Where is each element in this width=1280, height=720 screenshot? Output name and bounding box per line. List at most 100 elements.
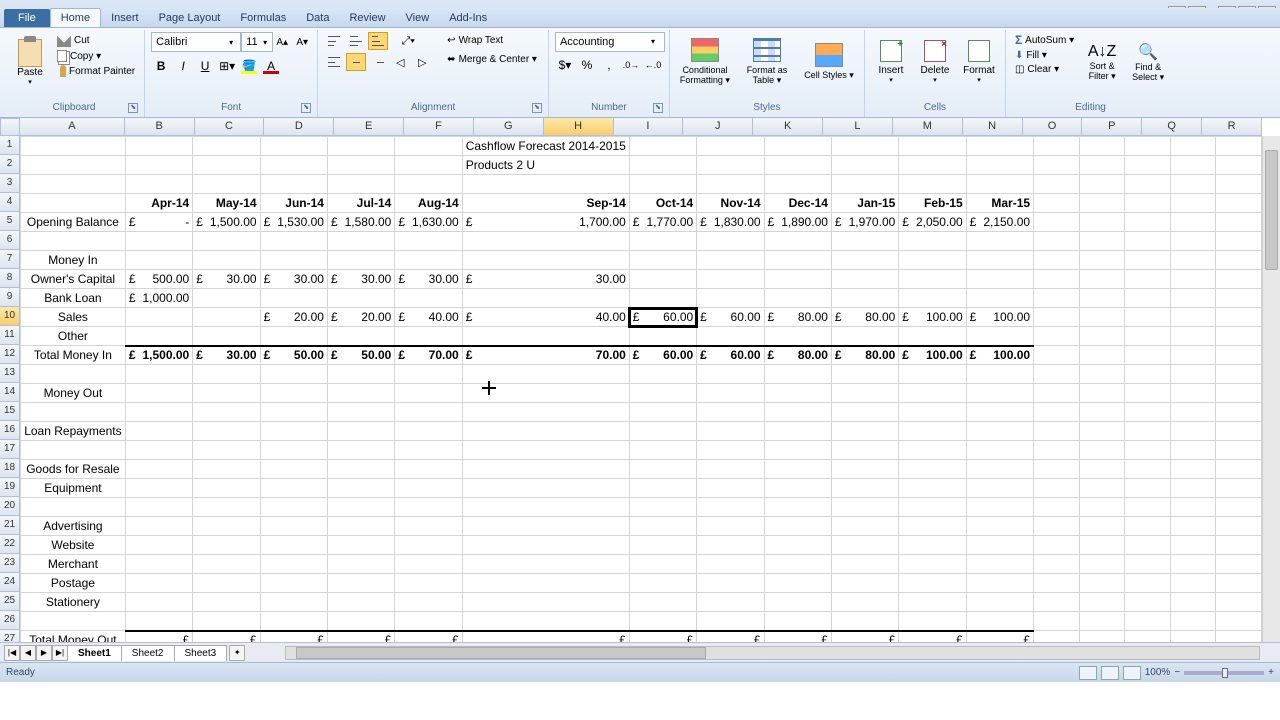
cell-E27[interactable]: £ bbox=[327, 631, 394, 643]
grid[interactable]: Cashflow Forecast 2014-2015Products 2 UA… bbox=[20, 136, 1262, 642]
cell-E6[interactable] bbox=[327, 232, 394, 251]
cell-E22[interactable] bbox=[327, 536, 394, 555]
cell-L11[interactable] bbox=[899, 327, 966, 346]
zoom-in-button[interactable]: + bbox=[1268, 667, 1274, 678]
cell-P12[interactable] bbox=[1125, 346, 1171, 365]
cell-F17[interactable] bbox=[395, 441, 462, 460]
cell-C16[interactable] bbox=[193, 422, 260, 441]
cell-K13[interactable] bbox=[831, 365, 898, 384]
cell-R23[interactable] bbox=[1216, 555, 1262, 574]
row-header-6[interactable]: 6 bbox=[0, 231, 20, 250]
cell-M22[interactable] bbox=[966, 536, 1033, 555]
cell-A12[interactable]: Total Money In bbox=[21, 346, 126, 365]
cell-B5[interactable]: £- bbox=[125, 213, 192, 232]
cell-N5[interactable] bbox=[1034, 213, 1080, 232]
cell-D2[interactable] bbox=[260, 156, 327, 175]
increase-decimal-button[interactable]: .0→ bbox=[621, 55, 641, 75]
orientation-button[interactable]: ⤢▾ bbox=[398, 32, 418, 50]
cell-A23[interactable]: Merchant bbox=[21, 555, 126, 574]
tab-review[interactable]: Review bbox=[339, 9, 395, 27]
cell-F24[interactable] bbox=[395, 574, 462, 593]
cell-L13[interactable] bbox=[899, 365, 966, 384]
tab-home[interactable]: Home bbox=[50, 8, 101, 27]
cell-C15[interactable] bbox=[193, 403, 260, 422]
cell-O20[interactable] bbox=[1079, 498, 1125, 517]
cell-D3[interactable] bbox=[260, 175, 327, 194]
cell-A2[interactable] bbox=[21, 156, 126, 175]
cell-K27[interactable]: £ bbox=[831, 631, 898, 643]
cell-F9[interactable] bbox=[395, 289, 462, 308]
cell-H12[interactable]: £60.00 bbox=[629, 346, 696, 365]
tab-nav-prev[interactable]: ◀ bbox=[20, 645, 36, 661]
cell-Q25[interactable] bbox=[1170, 593, 1216, 612]
cell-G21[interactable] bbox=[462, 517, 629, 536]
cell-F8[interactable]: £30.00 bbox=[395, 270, 462, 289]
grow-font-button[interactable]: A▴ bbox=[273, 32, 291, 52]
cell-P14[interactable] bbox=[1125, 384, 1171, 403]
cell-H16[interactable] bbox=[629, 422, 696, 441]
horizontal-scrollbar[interactable] bbox=[285, 646, 1260, 660]
cell-J16[interactable] bbox=[764, 422, 831, 441]
alignment-launcher[interactable]: ⬊ bbox=[532, 103, 542, 113]
cell-M25[interactable] bbox=[966, 593, 1033, 612]
row-header-1[interactable]: 1 bbox=[0, 136, 20, 155]
cell-L24[interactable] bbox=[899, 574, 966, 593]
cell-O18[interactable] bbox=[1079, 460, 1125, 479]
cell-O12[interactable] bbox=[1079, 346, 1125, 365]
cell-N16[interactable] bbox=[1034, 422, 1080, 441]
shrink-font-button[interactable]: A▾ bbox=[293, 32, 311, 52]
tab-view[interactable]: View bbox=[396, 9, 440, 27]
cell-H10[interactable]: £60.00 bbox=[629, 308, 696, 327]
cell-B19[interactable] bbox=[125, 479, 192, 498]
cell-B14[interactable] bbox=[125, 384, 192, 403]
cell-N2[interactable] bbox=[1034, 156, 1080, 175]
row-header-7[interactable]: 7 bbox=[0, 250, 20, 269]
cell-B23[interactable] bbox=[125, 555, 192, 574]
cell-C26[interactable] bbox=[193, 612, 260, 631]
bold-button[interactable]: B bbox=[151, 56, 171, 76]
cell-Q16[interactable] bbox=[1170, 422, 1216, 441]
cell-R18[interactable] bbox=[1216, 460, 1262, 479]
font-launcher[interactable]: ⬊ bbox=[301, 103, 311, 113]
cell-O13[interactable] bbox=[1079, 365, 1125, 384]
cell-P23[interactable] bbox=[1125, 555, 1171, 574]
cell-H11[interactable] bbox=[629, 327, 696, 346]
cut-button[interactable]: Cut bbox=[54, 32, 138, 48]
cell-B25[interactable] bbox=[125, 593, 192, 612]
cell-F2[interactable] bbox=[395, 156, 462, 175]
cell-B20[interactable] bbox=[125, 498, 192, 517]
cell-L5[interactable]: £2,050.00 bbox=[899, 213, 966, 232]
underline-button[interactable]: U bbox=[195, 56, 215, 76]
row-header-27[interactable]: 27 bbox=[0, 630, 20, 642]
cell-A25[interactable]: Stationery bbox=[21, 593, 126, 612]
cell-N10[interactable] bbox=[1034, 308, 1080, 327]
cell-I11[interactable] bbox=[697, 327, 764, 346]
delete-cells-button[interactable]: Delete▾ bbox=[915, 32, 955, 92]
cell-P19[interactable] bbox=[1125, 479, 1171, 498]
cell-A27[interactable]: Total Money Out bbox=[21, 631, 126, 643]
sheet-tab-1[interactable]: Sheet1 bbox=[67, 645, 122, 661]
cell-O26[interactable] bbox=[1079, 612, 1125, 631]
column-header-F[interactable]: F bbox=[404, 118, 474, 136]
cell-H6[interactable] bbox=[629, 232, 696, 251]
cell-F12[interactable]: £70.00 bbox=[395, 346, 462, 365]
tab-nav-first[interactable]: |◀ bbox=[4, 645, 20, 661]
cell-E11[interactable] bbox=[327, 327, 394, 346]
cell-E19[interactable] bbox=[327, 479, 394, 498]
cell-H19[interactable] bbox=[629, 479, 696, 498]
cell-B21[interactable] bbox=[125, 517, 192, 536]
cell-N6[interactable] bbox=[1034, 232, 1080, 251]
cell-O25[interactable] bbox=[1079, 593, 1125, 612]
select-all-corner[interactable] bbox=[0, 118, 20, 136]
cell-Q9[interactable] bbox=[1170, 289, 1216, 308]
cell-A3[interactable] bbox=[21, 175, 126, 194]
cell-G19[interactable] bbox=[462, 479, 629, 498]
cell-P16[interactable] bbox=[1125, 422, 1171, 441]
cell-J27[interactable]: £ bbox=[764, 631, 831, 643]
cell-O11[interactable] bbox=[1079, 327, 1125, 346]
cell-E5[interactable]: £1,580.00 bbox=[327, 213, 394, 232]
cell-M17[interactable] bbox=[966, 441, 1033, 460]
cell-C22[interactable] bbox=[193, 536, 260, 555]
cell-D5[interactable]: £1,530.00 bbox=[260, 213, 327, 232]
cell-N9[interactable] bbox=[1034, 289, 1080, 308]
